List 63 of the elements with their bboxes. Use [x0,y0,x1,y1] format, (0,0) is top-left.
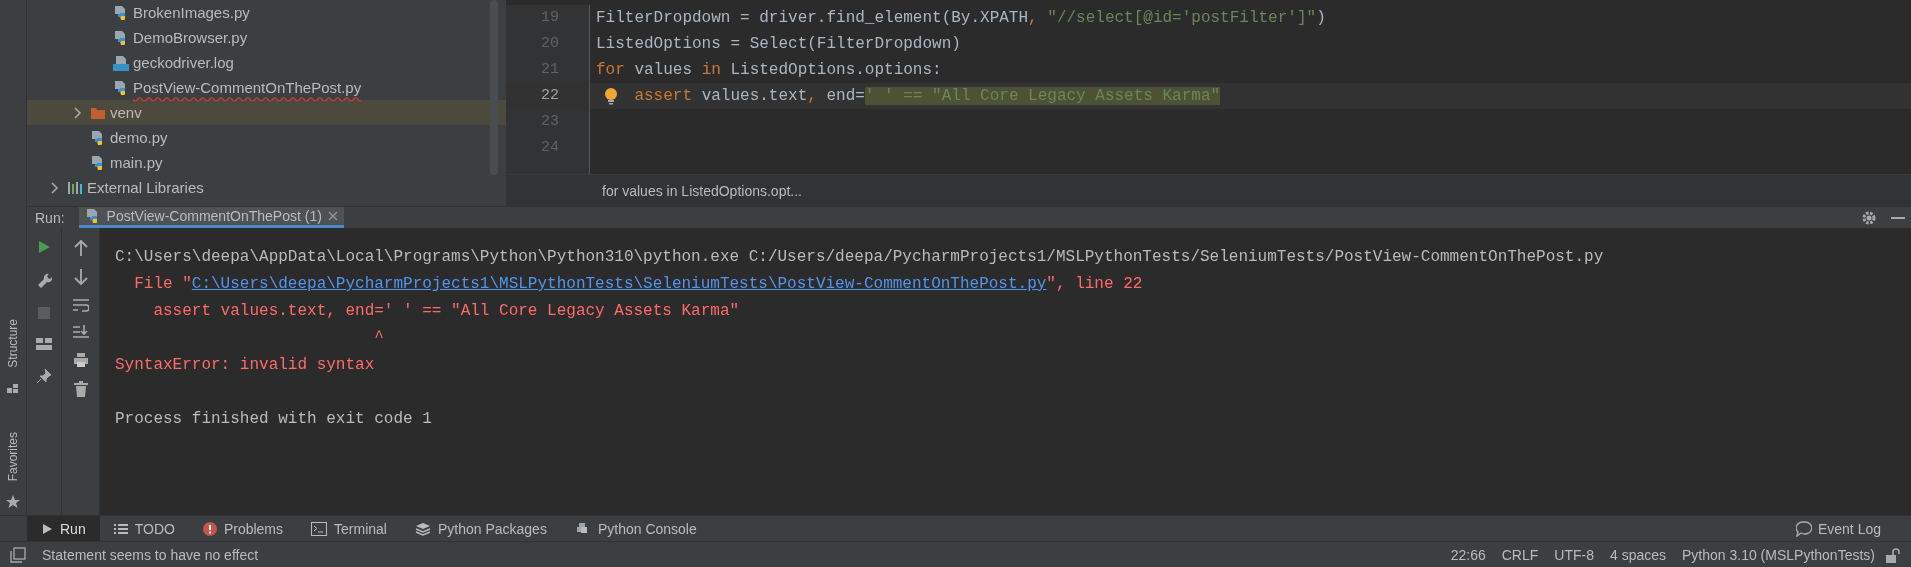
tree-item[interactable]: External Libraries [27,175,506,200]
settings-icon[interactable] [1861,209,1877,226]
layers-icon [414,521,431,536]
tree-item[interactable]: PostView-CommentOnThePost.py [27,75,506,100]
layout-icon[interactable] [36,338,52,350]
structure-tab[interactable]: Structure [6,318,20,368]
tool-window-tab[interactable]: Python Packages [400,516,561,541]
error-line: assert values.text, end=' ' == "All Core Legacy Assets Karma" [152,302,740,320]
event-log-button[interactable]: Event Log [1795,520,1911,537]
status-item[interactable]: CRLF [1495,546,1545,563]
list-icon [113,522,128,535]
run-configuration-tab[interactable]: PostView-CommentOnThePost (1) [78,207,344,228]
status-item[interactable]: UTF-8 [1548,546,1600,563]
pin-icon[interactable] [36,368,52,384]
status-item[interactable]: 4 spaces [1603,546,1672,563]
structure-icon[interactable] [7,381,19,394]
error-line: File "C:\Users\deepa\PycharmProjects1\MSLPythonTests\SeleniumTests\PostView-CommentOnThePost.py", line 22 [133,275,1143,293]
tree-item[interactable]: venv [27,100,506,125]
code-line: ListedOptions = Select(FilterDropdown) [596,35,961,53]
star-icon[interactable] [6,495,20,509]
wrap-icon[interactable] [72,298,89,312]
tree-item[interactable]: geckodriver.log [27,50,506,75]
print-icon[interactable] [72,352,89,368]
status-item[interactable]: 22:66 [1444,546,1492,563]
console-line: C:\Users\deepa\AppData\Local\Programs\Python\Python310\python.exe C:/Users/deepa/PycharmProjects1/MSLPythonTests/SeleniumTests/PostView-CommentOnThePost.py [115,248,1604,266]
tool-window-tab[interactable]: Problems [188,516,298,541]
close-icon[interactable] [327,211,338,221]
chevron-icon[interactable] [50,181,60,194]
unlocked-icon[interactable] [1885,546,1901,563]
wrench-icon[interactable] [36,272,52,288]
trash-icon[interactable] [73,381,88,397]
speech-bubble-icon [1795,520,1812,537]
code-line: for values in ListedOptions.options: [596,61,942,79]
breadcrumb[interactable]: for values in ListedOptions.opt... [602,182,802,199]
status-item[interactable]: Python 3.10 (MSLPythonTests) [1676,546,1881,563]
play-icon[interactable] [37,240,51,254]
tree-item[interactable]: main.py [27,150,506,175]
tool-window-tab[interactable]: Python Console [560,516,711,541]
down-arrow-icon[interactable] [73,269,88,285]
window-icon[interactable] [10,546,26,563]
chevron-icon[interactable] [73,106,83,119]
lightbulb-icon[interactable] [604,87,618,105]
terminal-icon [311,521,328,536]
favorites-tab[interactable]: Favorites [6,431,20,481]
play-icon [41,522,53,535]
run-label: Run: [35,209,65,226]
tool-window-tab[interactable]: Run [27,516,100,541]
error-line: SyntaxError: invalid syntax [115,356,375,374]
error-line: ^ [373,329,384,347]
log-file-icon [113,54,129,71]
library-icon [67,179,83,196]
tree-item[interactable]: demo.py [27,125,506,150]
error-icon [202,521,217,536]
code-line: FilterDropdown = driver.find_element(By.XPATH, "//select[@id='postFilter']") [596,9,1326,27]
file-link[interactable]: C:\Users\deepa\PycharmProjects1\MSLPythonTests\SeleniumTests\PostView-CommentOnThePost.py [191,275,1047,293]
scroll-to-end-icon[interactable] [72,325,89,339]
up-arrow-icon[interactable] [73,240,88,256]
tool-window-tab[interactable]: TODO [99,516,189,541]
tool-window-tab[interactable]: Terminal [297,516,401,541]
console-line: Process finished with exit code 1 [115,410,432,428]
tree-item[interactable]: DemoBrowser.py [27,25,506,50]
tree-item[interactable]: BrokenImages.py [27,0,506,25]
status-message: Statement seems to have no effect [41,546,260,563]
